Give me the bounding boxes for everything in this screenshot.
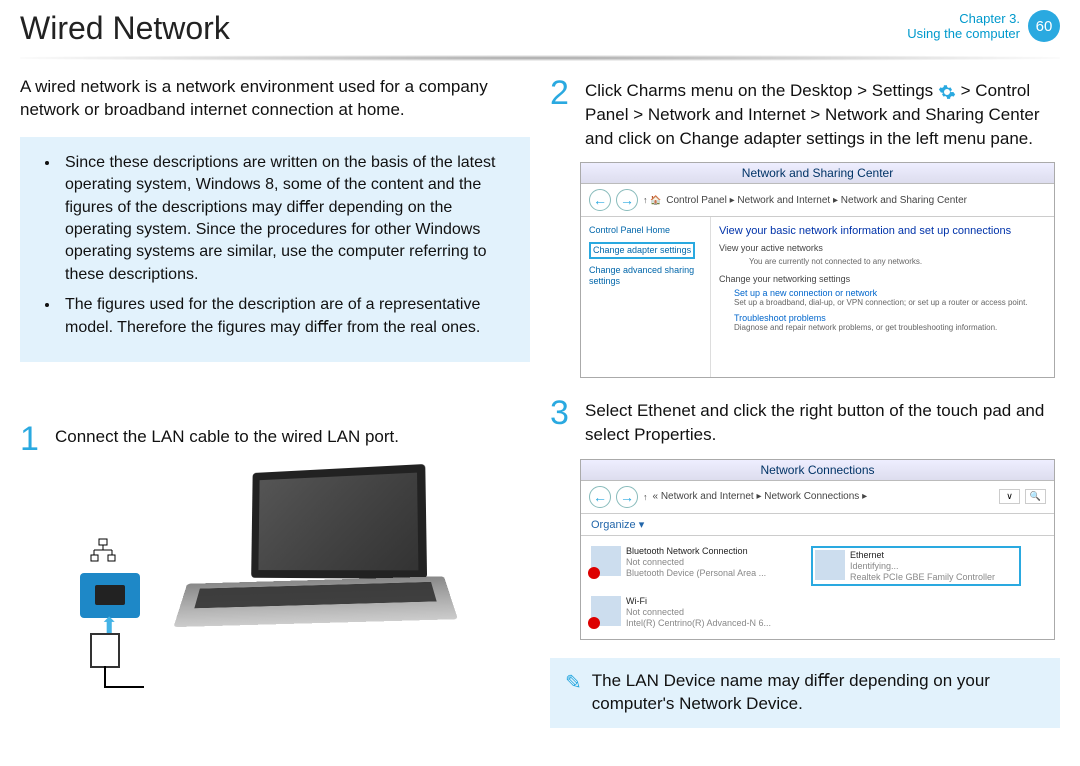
sc1-desc-setup: Set up a broadband, dial-up, or VPN conn… [734, 298, 1046, 307]
sc1-main-heading: View your basic network information and … [719, 225, 1046, 237]
chapter-label: Chapter 3. [907, 11, 1020, 26]
connection-wifi: Wi-Fi Not connected Intel(R) Centrino(R)… [591, 596, 801, 628]
section-label: Using the computer [907, 26, 1020, 41]
note-box: Since these descriptions are written on … [20, 137, 530, 362]
settings-gear-icon [938, 83, 956, 101]
ethernet-connection-icon [815, 550, 845, 580]
sc2-forward-icon: → [616, 486, 638, 508]
sc1-change-advanced: Change advanced sharing settings [589, 265, 702, 287]
footnote-box: ✎ The LAN Device name may diﬀer dependin… [550, 658, 1060, 728]
screenshot-network-connections: Network Connections ← → ↑ « Network and … [580, 459, 1055, 640]
back-button-icon: ← [589, 189, 611, 211]
lan-port-icon [90, 538, 116, 564]
sc1-change-settings: Change your networking settings [719, 274, 1046, 284]
sc1-change-adapter-highlighted: Change adapter settings [589, 242, 695, 259]
step-3: 3 Select Ethenet and click the right but… [550, 396, 1060, 447]
chapter-info: Chapter 3. Using the computer 60 [907, 10, 1060, 42]
step-3-number: 3 [550, 396, 575, 447]
forward-button-icon: → [616, 189, 638, 211]
sc2-organize: Organize ▾ [581, 514, 1054, 536]
note-pencil-icon: ✎ [565, 670, 582, 695]
sc1-title: Network and Sharing Center [581, 163, 1054, 184]
sc1-breadcrumb: Control Panel ▸ Network and Internet ▸ N… [666, 195, 967, 206]
sc1-desc-troubleshoot: Diagnose and repair network problems, or… [734, 323, 1046, 332]
step-1: 1 Connect the LAN cable to the wired LAN… [20, 422, 530, 456]
sc1-link-troubleshoot: Troubleshoot problems [734, 313, 1046, 323]
sc1-not-connected: You are currently not connected to any n… [749, 257, 1046, 266]
connection-ethernet-highlighted: Ethernet Identifying... Realtek PCIe GBE… [811, 546, 1021, 586]
step-1-number: 1 [20, 422, 45, 456]
ethernet-port-illustration [80, 573, 140, 618]
header-divider [20, 55, 1060, 61]
screenshot-network-sharing-center: Network and Sharing Center ← → ↑ 🏠 Contr… [580, 162, 1055, 378]
note-item-1: Since these descriptions are written on … [60, 152, 510, 286]
step-1-text: Connect the LAN cable to the wired LAN p… [55, 422, 399, 456]
step-3-text: Select Ethenet and click the right butto… [585, 396, 1060, 447]
step-2-number: 2 [550, 76, 575, 150]
laptop-lan-figure: ⬆ [70, 468, 500, 698]
step-2-text: Click Charms menu on the Desktop > Setti… [585, 76, 1060, 150]
step-2-text-a: Click Charms menu on the Desktop > Setti… [585, 81, 933, 100]
page-number-badge: 60 [1028, 10, 1060, 42]
wifi-connection-icon [591, 596, 621, 626]
sc2-title: Network Connections [581, 460, 1054, 481]
connection-bluetooth: Bluetooth Network Connection Not connect… [591, 546, 801, 586]
note-item-2: The ﬁgures used for the description are … [60, 294, 510, 339]
intro-text: A wired network is a network environment… [20, 76, 530, 122]
page-title: Wired Network [20, 10, 230, 47]
sc2-breadcrumb: « Network and Internet ▸ Network Connect… [653, 491, 868, 502]
sc1-view-active: View your active networks [719, 243, 1046, 253]
cable-connector-illustration [90, 633, 120, 668]
sc1-link-setup: Set up a new connection or network [734, 288, 1046, 298]
sc2-back-icon: ← [589, 486, 611, 508]
step-2: 2 Click Charms menu on the Desktop > Set… [550, 76, 1060, 150]
bluetooth-connection-icon [591, 546, 621, 576]
footnote-text: The LAN Device name may diﬀer depending … [592, 670, 1045, 716]
sc1-control-panel-home: Control Panel Home [589, 225, 702, 236]
laptop-illustration [180, 468, 480, 648]
